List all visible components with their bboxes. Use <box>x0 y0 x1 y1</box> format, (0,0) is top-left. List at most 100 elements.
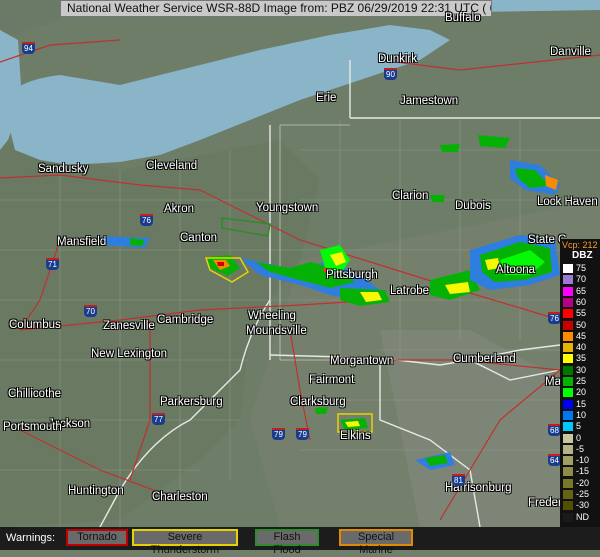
legend-level: 40 <box>560 342 600 353</box>
city-label: Lock Haven <box>537 196 598 208</box>
legend-level: -5 <box>560 444 600 455</box>
city-label: Wheeling <box>248 310 296 322</box>
legend-level: -25 <box>560 489 600 500</box>
city-label: Portsmouth <box>3 421 62 433</box>
severe-thunderstorm-warning-key[interactable]: Severe Thunderstorm <box>132 529 238 556</box>
legend-level: 0 <box>560 433 600 444</box>
city-label: Mansfield <box>57 236 107 248</box>
legend-value: -5 <box>576 443 585 454</box>
city-label: Fairmont <box>309 374 355 386</box>
city-label: Sandusky <box>38 163 89 175</box>
city-label: Dubois <box>455 200 491 212</box>
city-label: Jamestown <box>400 95 459 107</box>
city-label: Cleveland <box>146 160 198 172</box>
tornado-warning-key[interactable]: Tornado <box>66 529 128 546</box>
city-label: Erie <box>316 92 337 104</box>
legend-swatch <box>563 433 573 443</box>
legend-swatch <box>563 467 573 477</box>
legend-swatch <box>563 264 573 273</box>
legend-swatch <box>563 422 573 432</box>
legend-value: -10 <box>576 455 590 466</box>
legend-value: 75 <box>576 263 587 273</box>
legend-value: -25 <box>576 489 590 499</box>
legend-swatch <box>563 444 573 454</box>
city-label: Parkersburg <box>160 396 223 408</box>
legend-swatch <box>563 343 573 353</box>
legend-level: -30 <box>560 500 600 511</box>
legend-value: 30 <box>576 364 587 375</box>
interstate-shield-icon: 90 <box>384 68 397 80</box>
city-label: Latrobe <box>390 285 430 297</box>
legend-level: 30 <box>560 365 600 376</box>
image-title: National Weather Service WSR-88D Image f… <box>67 1 491 15</box>
vcp-label: Vcp: 212 <box>562 240 598 250</box>
legend-level: ND <box>560 512 600 523</box>
dbz-unit-label: DBZ <box>572 250 593 261</box>
city-label: Columbus <box>9 319 61 331</box>
legend-swatch <box>563 512 573 522</box>
city-label: Charleston <box>152 491 208 503</box>
interstate-shield-icon: 70 <box>84 305 97 317</box>
city-label: Akron <box>164 203 195 215</box>
legend-swatch <box>563 286 573 296</box>
special-marine-warning-key[interactable]: Special Marine <box>339 529 413 556</box>
city-label: Pittsburgh <box>326 269 378 281</box>
legend-header: Vcp: 212 DBZ <box>560 239 600 263</box>
warnings-label: Warnings: <box>6 532 56 544</box>
legend-value: 20 <box>576 387 587 398</box>
legend-swatch <box>563 275 573 285</box>
legend-swatch <box>563 320 573 330</box>
city-label: Dunkirk <box>378 53 417 65</box>
legend-value: 5 <box>576 421 582 432</box>
legend-swatch <box>563 410 573 420</box>
legend-value: -30 <box>576 500 590 511</box>
legend-swatch <box>563 456 573 466</box>
legend-level: 65 <box>560 286 600 297</box>
legend-swatch <box>563 365 573 375</box>
legend-value: 50 <box>576 319 587 330</box>
city-label: Huntington <box>68 485 124 497</box>
legend-value: 70 <box>576 274 587 285</box>
legend-swatch <box>563 399 573 409</box>
interstate-shield-icon: 68 <box>548 424 561 436</box>
city-label: Cumberland <box>453 353 516 365</box>
city-label: Youngstown <box>256 202 319 214</box>
city-label: Clarion <box>392 190 429 202</box>
city-label: Canton <box>180 232 218 244</box>
interstate-shield-icon: 76 <box>140 214 153 226</box>
legend-level: 15 <box>560 399 600 410</box>
city-label: Chillicothe <box>8 388 62 400</box>
city-label: Moundsville <box>246 325 307 337</box>
interstate-shield-icon: 81 <box>452 474 465 486</box>
interstate-shield-icon: 79 <box>272 428 285 440</box>
interstate-shield-icon: 76 <box>548 312 561 324</box>
city-label: Morgantown <box>330 355 394 367</box>
legend-level: 75 <box>560 263 600 274</box>
legend-value: 65 <box>576 285 587 296</box>
legend-swatch <box>563 388 573 398</box>
legend-value: 15 <box>576 398 587 409</box>
legend-value: 10 <box>576 409 587 420</box>
city-label: Elkins <box>340 430 371 442</box>
legend-value: -15 <box>576 466 590 477</box>
interstate-shield-icon: 94 <box>22 42 35 54</box>
legend-value: 40 <box>576 342 587 353</box>
city-label: Cambridge <box>157 314 214 326</box>
interstate-shield-icon: 79 <box>296 428 309 440</box>
dbz-legend: Vcp: 212 DBZ 75 70 65 60 55 50 45 40 35 30 25 20 15 1… <box>560 239 600 527</box>
legend-level: 35 <box>560 353 600 364</box>
legend-level: 25 <box>560 376 600 387</box>
image-title-bar: National Weather Service WSR-88D Image f… <box>60 0 492 17</box>
flash-flood-warning-key[interactable]: Flash Flood <box>255 529 319 556</box>
legend-level: 55 <box>560 308 600 319</box>
city-label: New Lexington <box>91 348 168 360</box>
legend-level: -20 <box>560 478 600 489</box>
city-label: Zanesville <box>103 320 155 332</box>
interstate-shield-icon: 71 <box>46 258 59 270</box>
city-label: Altoona <box>496 264 536 276</box>
legend-swatch <box>563 478 573 488</box>
city-label: Clarksburg <box>290 396 346 408</box>
warnings-bar: Warnings: Tornado Severe Thunderstorm Fl… <box>0 527 600 556</box>
legend-level: -15 <box>560 466 600 477</box>
legend-value: ND <box>576 511 589 522</box>
